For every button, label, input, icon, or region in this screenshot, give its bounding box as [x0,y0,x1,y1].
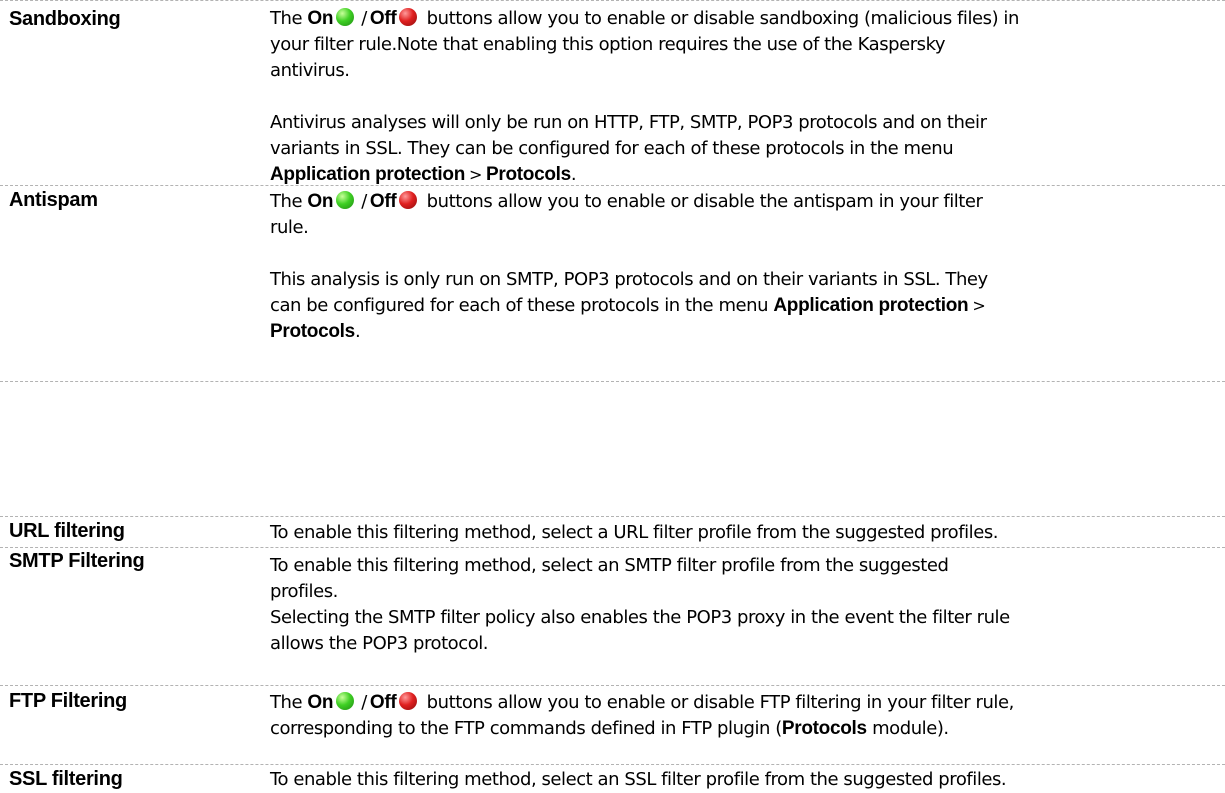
off-label: Off [369,8,397,29]
menu-protocols: Protocols [270,321,355,342]
sandboxing-p2-line-2: variants in SSL. They can be configured … [270,138,954,159]
row-divider [0,547,1225,548]
menu-application-protection: Application protection [270,164,466,185]
menu-application-protection: Application protection [773,295,969,316]
sandboxing-line-3: antivirus. [270,60,350,81]
row-divider [0,516,1225,517]
ftp-line-2: corresponding to the FTP commands define… [270,718,949,739]
sandboxing-menu-path: Application protection > Protocols. [270,164,577,185]
sandboxing-line-1: The On / Off buttons allow you to enable o… [270,8,1019,29]
antispam-line-2: rule. [270,217,309,238]
smtp-filtering-term: SMTP Filtering [9,550,145,572]
smtp-line-4: allows the POP3 protocol. [270,633,489,654]
antispam-p2-line-1: This analysis is only run on SMTP, POP3 … [270,269,988,290]
red-status-dot-icon [399,191,418,209]
menu-protocols: Protocols [485,164,571,185]
sandboxing-line-2: your filter rule.Note that enabling this… [270,34,946,55]
on-label: On [307,191,334,212]
antispam-term: Antispam [9,189,98,211]
row-divider [0,0,1225,1]
sandboxing-description: The On / Off buttons allow you to enable o… [270,6,1019,188]
antispam-menu-protocols-line: Protocols. [270,321,361,342]
green-status-dot-icon [336,8,355,26]
off-label: Off [369,692,397,713]
ssl-filtering-term: SSL filtering [9,768,123,790]
ftp-line-1: The On / Off buttons allow you to enable o… [270,692,1014,713]
ftp-filtering-description: The On / Off buttons allow you to enable o… [270,690,1014,742]
ftp-filtering-term: FTP Filtering [9,690,127,712]
ssl-filtering-description: To enable this filtering method, select … [270,769,1007,790]
red-status-dot-icon [399,8,418,26]
row-divider [0,764,1225,765]
sandboxing-term: Sandboxing [9,8,121,30]
smtp-line-1: To enable this filtering method, select … [270,555,949,576]
red-status-dot-icon [399,692,418,710]
green-status-dot-icon [336,692,355,710]
on-label: On [307,692,334,713]
antispam-p2-line-2: can be configured for each of these prot… [270,295,986,316]
antispam-line-1: The On / Off buttons allow you to enable o… [270,191,983,212]
antispam-description: The On / Off buttons allow you to enable o… [270,189,989,345]
url-filtering-description: To enable this filtering method, select … [270,522,999,543]
smtp-line-3: Selecting the SMTP filter policy also en… [270,607,1010,628]
sandboxing-p2-line-1: Antivirus analyses will only be run on H… [270,112,987,133]
protocols-module: Protocols [781,718,867,739]
row-divider [0,381,1225,382]
row-divider [0,685,1225,686]
off-label: Off [369,191,397,212]
smtp-filtering-description: To enable this filtering method, select … [270,553,1010,657]
on-label: On [307,8,334,29]
smtp-line-2: profiles. [270,581,338,602]
url-filtering-term: URL filtering [9,520,125,542]
green-status-dot-icon [336,191,355,209]
